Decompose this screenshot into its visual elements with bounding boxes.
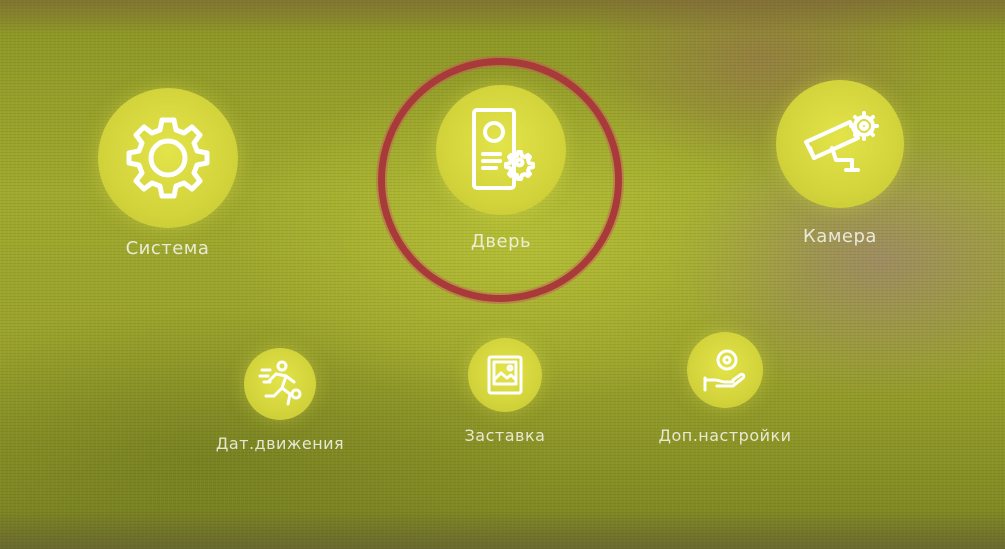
camera-settings-icon [776, 80, 904, 208]
menu-item-label: Камера [803, 226, 877, 247]
door-phone-settings-icon [436, 85, 566, 215]
menu-item-screensaver[interactable]: Заставка [440, 338, 570, 445]
menu-item-camera[interactable]: Камера [760, 80, 920, 247]
menu-item-label: Система [125, 238, 210, 259]
menu-item-motion-sensor[interactable]: Дат.движения [195, 348, 365, 453]
settings-menu-screen: Система Дверь Камера Дат.движения Застав… [0, 0, 1005, 549]
menu-item-label: Дверь [470, 231, 532, 252]
bottom-bezel-shadow [0, 509, 1005, 549]
extra-settings-icon [687, 332, 763, 408]
screensaver-icon [468, 338, 542, 412]
top-bezel-shadow [0, 0, 1005, 34]
menu-item-label: Заставка [464, 426, 546, 445]
menu-item-extra-settings[interactable]: Доп.настройки [640, 332, 810, 445]
motion-sensor-icon [244, 348, 316, 420]
menu-item-label: Дат.движения [215, 434, 345, 453]
menu-item-system[interactable]: Система [80, 88, 255, 259]
menu-item-label: Доп.настройки [658, 426, 792, 445]
gear-icon [97, 88, 238, 228]
menu-item-door[interactable]: Дверь [432, 85, 570, 252]
